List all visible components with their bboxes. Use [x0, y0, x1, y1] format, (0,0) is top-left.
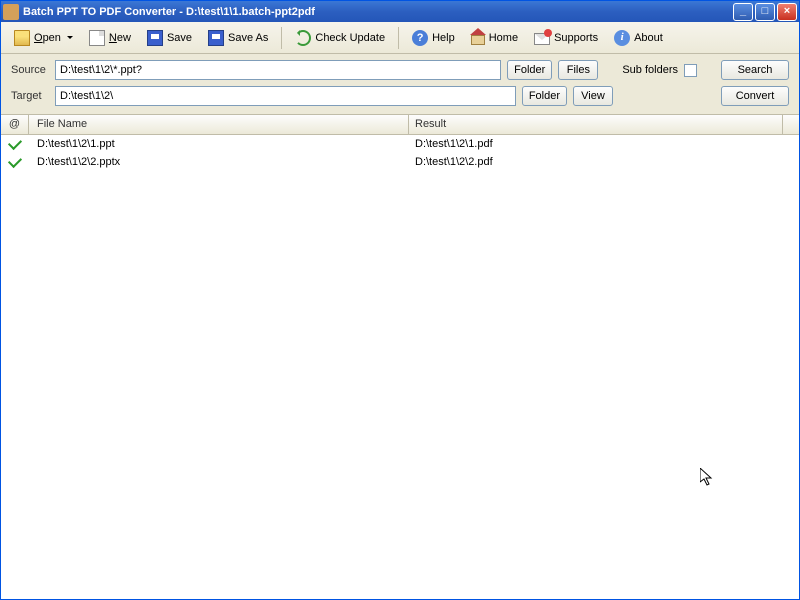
toolbar-separator: [281, 27, 282, 49]
title-bar: Batch PPT TO PDF Converter - D:\test\1\1…: [1, 1, 799, 22]
subfolders-label: Sub folders: [622, 64, 678, 76]
new-file-icon: [89, 30, 105, 46]
toolbar-separator: [398, 27, 399, 49]
app-icon: [3, 4, 19, 20]
window-controls: _ □ ×: [733, 3, 797, 21]
filename-cell: D:\test\1\2\1.ppt: [29, 138, 409, 150]
refresh-icon: [295, 30, 311, 46]
table-body[interactable]: D:\test\1\2\1.pptD:\test\1\2\1.pdfD:\tes…: [1, 135, 799, 599]
target-folder-button[interactable]: Folder: [522, 86, 567, 106]
maximize-button[interactable]: □: [755, 3, 775, 21]
target-row: Target Folder View Convert: [11, 86, 789, 106]
status-cell: [1, 138, 29, 150]
settings-panel: Source Folder Files Sub folders Search T…: [1, 54, 799, 115]
mail-icon: [534, 33, 550, 45]
help-label: Help: [432, 32, 455, 44]
filename-cell: D:\test\1\2\2.pptx: [29, 156, 409, 168]
supports-button[interactable]: Supports: [527, 27, 605, 49]
status-cell: [1, 156, 29, 168]
window-title: Batch PPT TO PDF Converter - D:\test\1\1…: [23, 6, 315, 18]
check-icon: [8, 154, 22, 168]
table-row[interactable]: D:\test\1\2\2.pptxD:\test\1\2\2.pdf: [1, 153, 799, 171]
target-view-button[interactable]: View: [573, 86, 613, 106]
source-files-button[interactable]: Files: [558, 60, 598, 80]
result-cell: D:\test\1\2\2.pdf: [409, 156, 799, 168]
save-label: Save: [167, 32, 192, 44]
home-label: Home: [489, 32, 518, 44]
check-icon: [8, 136, 22, 150]
source-input[interactable]: [55, 60, 501, 80]
source-row: Source Folder Files Sub folders Search: [11, 60, 789, 80]
col-scroll-spacer: [783, 115, 799, 134]
source-label: Source: [11, 64, 49, 76]
about-label: About: [634, 32, 663, 44]
convert-button[interactable]: Convert: [721, 86, 789, 106]
save-as-label: Save As: [228, 32, 268, 44]
table-header: @ File Name Result: [1, 115, 799, 135]
source-folder-button[interactable]: Folder: [507, 60, 552, 80]
target-label: Target: [11, 90, 49, 102]
new-label: New: [109, 32, 131, 44]
target-input[interactable]: [55, 86, 516, 106]
results-table: @ File Name Result D:\test\1\2\1.pptD:\t…: [1, 115, 799, 599]
home-icon: [471, 35, 485, 45]
subfolders-checkbox[interactable]: [684, 64, 697, 77]
app-window: Batch PPT TO PDF Converter - D:\test\1\1…: [0, 0, 800, 600]
home-button[interactable]: Home: [464, 26, 525, 49]
minimize-button[interactable]: _: [733, 3, 753, 21]
save-as-button[interactable]: Save As: [201, 26, 275, 50]
col-result[interactable]: Result: [409, 115, 783, 134]
result-cell: D:\test\1\2\1.pdf: [409, 138, 799, 150]
table-row[interactable]: D:\test\1\2\1.pptD:\test\1\2\1.pdf: [1, 135, 799, 153]
check-update-button[interactable]: Check Update: [288, 26, 392, 50]
col-status[interactable]: @: [1, 115, 29, 134]
close-button[interactable]: ×: [777, 3, 797, 21]
about-button[interactable]: i About: [607, 26, 670, 50]
col-filename[interactable]: File Name: [29, 115, 409, 134]
toolbar: Open New Save Save As Check Update ? Hel…: [1, 22, 799, 54]
info-icon: i: [614, 30, 630, 46]
open-label: Open: [34, 32, 61, 44]
save-as-icon: [208, 30, 224, 46]
open-button[interactable]: Open: [7, 26, 80, 50]
save-icon: [147, 30, 163, 46]
folder-open-icon: [14, 30, 30, 46]
check-update-label: Check Update: [315, 32, 385, 44]
search-button[interactable]: Search: [721, 60, 789, 80]
help-button[interactable]: ? Help: [405, 26, 462, 50]
dropdown-arrow-icon: [67, 36, 73, 42]
new-button[interactable]: New: [82, 26, 138, 50]
save-button[interactable]: Save: [140, 26, 199, 50]
help-icon: ?: [412, 30, 428, 46]
supports-label: Supports: [554, 32, 598, 44]
